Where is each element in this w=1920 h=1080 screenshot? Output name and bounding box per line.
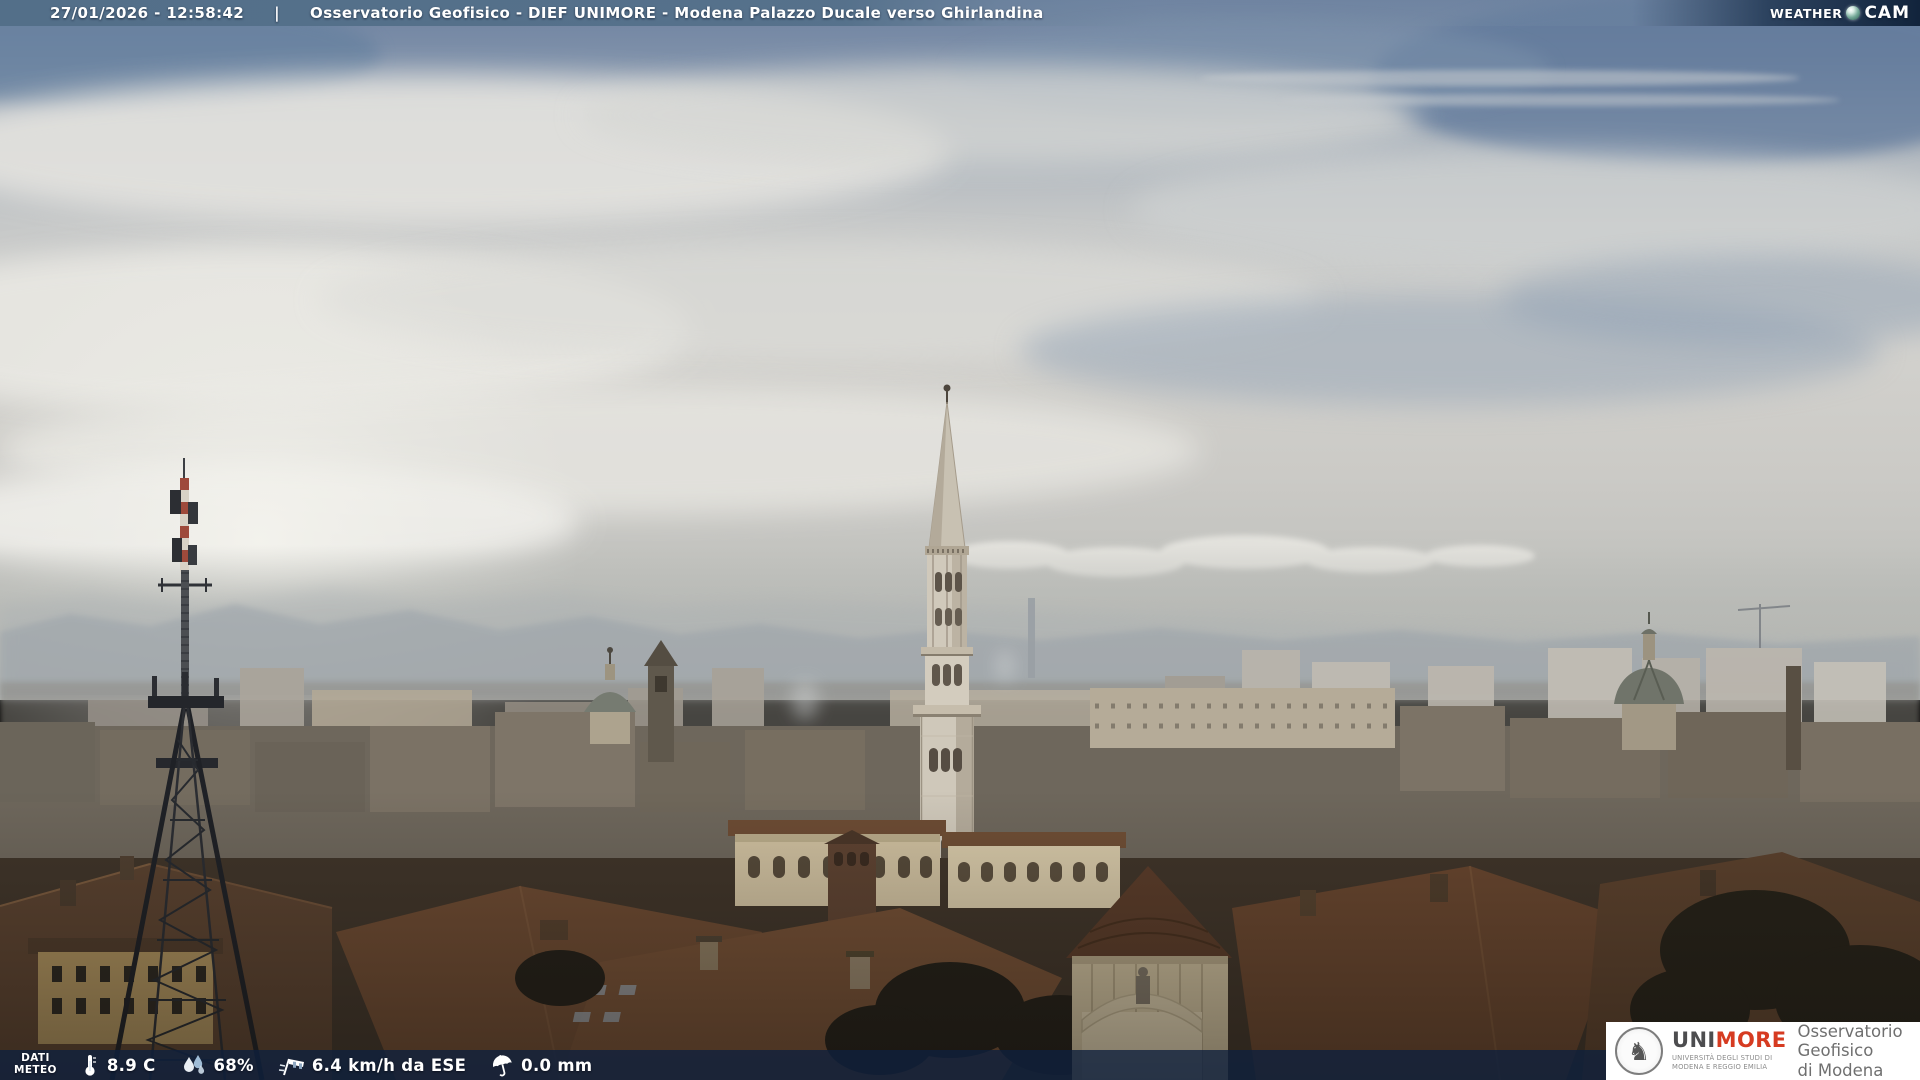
- observatory-name-line2: di Modena: [1798, 1061, 1920, 1080]
- temperature-reading: 8.9 C: [79, 1053, 156, 1077]
- observatory-name: Osservatorio Geofisico di Modena: [1798, 1022, 1920, 1080]
- unimore-logo-box: ♞ UNIMORE UNIVERSITÀ DEGLI STUDI DI MODE…: [1606, 1022, 1920, 1080]
- weathercam-logo-cam: CAM: [1864, 3, 1910, 23]
- timestamp: 27/01/2026 - 12:58:42: [50, 4, 244, 22]
- weather-data-label-line2: METEO: [14, 1065, 57, 1077]
- umbrella-icon: [490, 1053, 515, 1077]
- weathercam-logo-weather: Weather: [1770, 6, 1842, 21]
- university-name-line1: UNIVERSITÀ DEGLI STUDI DI: [1672, 1054, 1787, 1063]
- unimore-acronym-uni: UNI: [1672, 1028, 1716, 1052]
- wind-value: 6.4 km/h da ESE: [312, 1056, 466, 1075]
- belfry-tower: [644, 640, 678, 762]
- unimore-acronym-more: MORE: [1716, 1028, 1787, 1052]
- university-name: UNIVERSITÀ DEGLI STUDI DI MODENA E REGGI…: [1672, 1054, 1787, 1072]
- camera-title: Osservatorio Geofisico - DIEF UNIMORE - …: [310, 4, 1044, 22]
- humidity-drops-icon: [181, 1053, 207, 1077]
- humidity-value: 68%: [213, 1056, 253, 1075]
- seal-knight-glyph: ♞: [1628, 1039, 1650, 1064]
- weather-data-label: DATI METEO: [14, 1053, 57, 1076]
- precipitation-reading: 0.0 mm: [490, 1053, 592, 1077]
- webcam-frame: 27/01/2026 - 12:58:42 | Osservatorio Geo…: [0, 0, 1920, 1080]
- separator: |: [274, 4, 280, 22]
- university-name-line2: MODENA E REGGIO EMILIA: [1672, 1063, 1787, 1072]
- tall-chimney-tower: [1786, 666, 1801, 770]
- temperature-value: 8.9 C: [107, 1056, 156, 1075]
- precipitation-value: 0.0 mm: [521, 1056, 592, 1075]
- thermometer-icon: [79, 1053, 101, 1077]
- humidity-reading: 68%: [181, 1053, 253, 1077]
- unimore-wordmark: UNIMORE UNIVERSITÀ DEGLI STUDI DI MODENA…: [1672, 1030, 1787, 1072]
- city-panorama-photo: [0, 0, 1920, 1080]
- top-info-bar: 27/01/2026 - 12:58:42 | Osservatorio Geo…: [0, 0, 1920, 26]
- globe-icon: [1846, 6, 1860, 20]
- observatory-name-line1: Osservatorio Geofisico: [1798, 1022, 1920, 1061]
- unimore-seal-icon: ♞: [1615, 1027, 1663, 1075]
- unimore-acronym: UNIMORE: [1672, 1030, 1787, 1051]
- weathercam-logo: Weather CAM: [1770, 0, 1910, 26]
- wind-reading: 6.4 km/h da ESE: [278, 1053, 466, 1077]
- windsock-icon: [278, 1053, 306, 1077]
